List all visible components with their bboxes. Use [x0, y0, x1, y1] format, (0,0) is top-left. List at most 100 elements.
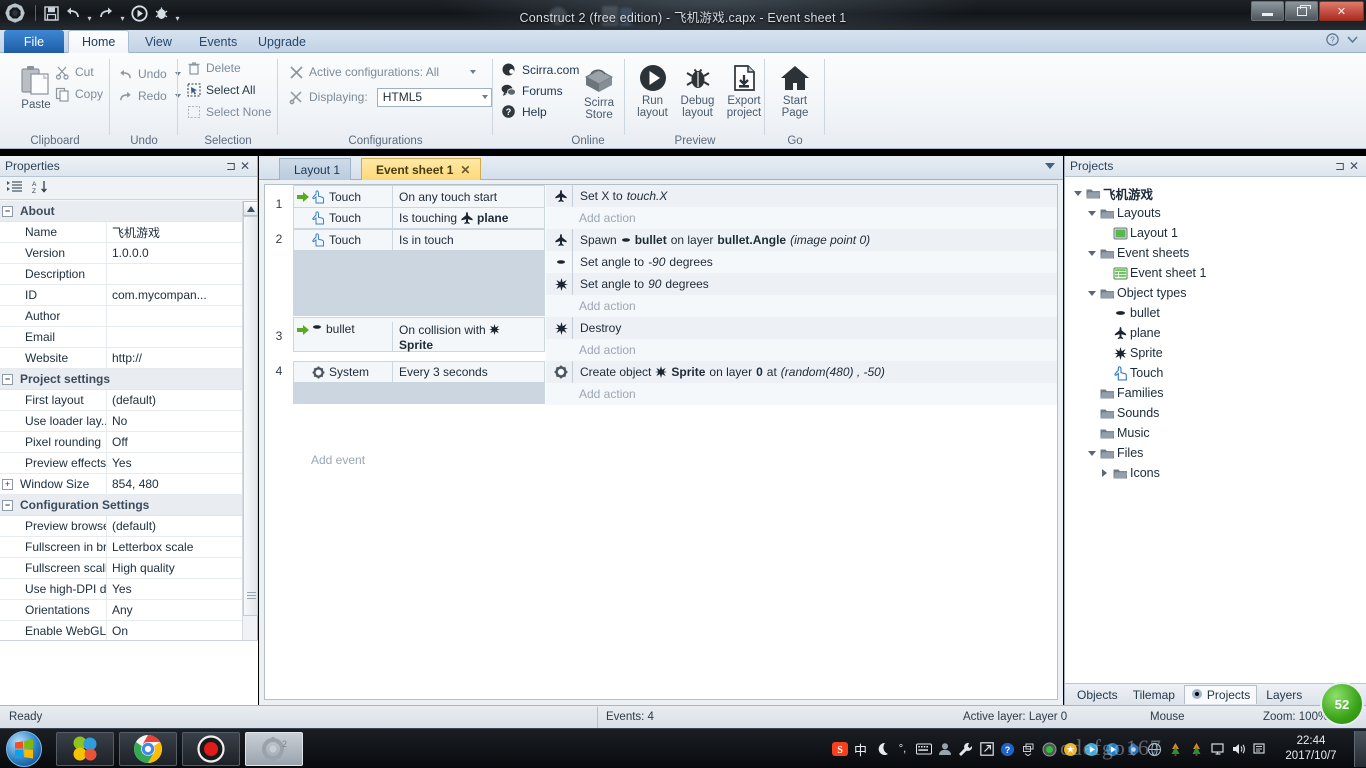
tree-node-layout-1[interactable]: Layout 1 — [1065, 223, 1366, 243]
property-row-use-loader-layout[interactable]: Use loader lay... No — [0, 411, 243, 432]
select-all-button[interactable]: Select All — [184, 79, 274, 101]
pin-icon[interactable]: ⊐ — [224, 159, 238, 173]
add-action-row[interactable]: Add action — [546, 207, 1057, 229]
tab-events[interactable]: Events — [186, 30, 250, 53]
show-hidden-icons-icon[interactable] — [1018, 729, 1039, 768]
scirra-com-link[interactable]: Scirra.com — [501, 59, 579, 80]
cut-button[interactable]: Cut — [52, 61, 106, 83]
forums-link[interactable]: Forums — [501, 80, 579, 101]
event-row-2[interactable]: 2 Touch Is in touch Spawn bullet on laye… — [265, 229, 1057, 317]
yellow-shield-icon[interactable] — [1060, 729, 1081, 768]
add-event-label[interactable]: Add event — [311, 453, 365, 467]
property-row-window-size[interactable]: + Window Size 854, 480 — [0, 474, 243, 495]
properties-scrollbar[interactable] — [242, 201, 258, 705]
keyboard-icon[interactable] — [913, 729, 934, 768]
scrollbar-thumb[interactable] — [243, 216, 258, 616]
undo-button[interactable]: Undo — [115, 63, 184, 85]
taskbar-item-colorful-app[interactable] — [56, 732, 114, 766]
wrench-icon[interactable] — [955, 729, 976, 768]
expander-icon[interactable] — [1085, 290, 1098, 296]
tree-node-project-root[interactable]: 飞机游戏 — [1065, 183, 1366, 203]
property-value[interactable] — [107, 306, 243, 326]
property-row-first-layout[interactable]: First layout (default) — [0, 390, 243, 411]
green-tree-icon[interactable] — [1165, 729, 1186, 768]
condition-row[interactable]: System Every 3 seconds — [293, 361, 545, 383]
properties-group-about[interactable]: − About — [0, 201, 243, 222]
tree-node-object-types[interactable]: Object types — [1065, 283, 1366, 303]
tab-view[interactable]: View — [132, 30, 185, 53]
help-question-icon[interactable]: ? — [1326, 33, 1339, 49]
add-action-row[interactable]: Add action — [546, 383, 1057, 405]
property-value[interactable]: com.mycompan... — [107, 285, 243, 305]
property-row-website[interactable]: Website http:// — [0, 348, 243, 369]
tree-node-sprite[interactable]: Sprite — [1065, 343, 1366, 363]
condition-row[interactable]: Touch Is in touch — [293, 229, 545, 251]
sort-alphabetical-icon[interactable]: A Z — [32, 180, 48, 197]
collapse-icon[interactable]: − — [2, 499, 13, 511]
property-row-orientations[interactable]: Orientations Any — [0, 600, 243, 621]
user-account-icon[interactable] — [934, 729, 955, 768]
condition-row[interactable]: Touch Is touching plane — [293, 207, 545, 229]
tree-node-touch[interactable]: Touch — [1065, 363, 1366, 383]
volume-icon[interactable] — [1228, 729, 1249, 768]
panel-tab-layers[interactable]: Layers — [1260, 685, 1308, 704]
property-value[interactable]: No — [107, 411, 243, 431]
property-row-enable-webgl[interactable]: Enable WebGL On — [0, 621, 243, 642]
scroll-up-icon[interactable] — [243, 201, 258, 216]
property-value[interactable] — [107, 327, 243, 347]
scirra-store-button[interactable]: Scirra Store — [571, 57, 627, 121]
property-value[interactable]: (default) — [107, 516, 243, 536]
collapse-icon[interactable]: − — [2, 373, 13, 385]
tree-node-layouts[interactable]: Layouts — [1065, 203, 1366, 223]
minimize-button[interactable] — [1251, 1, 1284, 21]
tab-upgrade[interactable]: Upgrade — [245, 30, 319, 53]
property-row-author[interactable]: Author — [0, 306, 243, 327]
categorized-view-icon[interactable] — [7, 180, 23, 197]
tree-node-families[interactable]: Families — [1065, 383, 1366, 403]
property-value[interactable]: (default) — [107, 390, 243, 410]
tree-node-files[interactable]: Files — [1065, 443, 1366, 463]
displaying-caret-icon[interactable] — [481, 95, 488, 99]
event-row-4[interactable]: 4 System Every 3 seconds Create object S… — [265, 361, 1057, 405]
property-row-id[interactable]: ID com.mycompan... — [0, 285, 243, 306]
property-row-preview-browser[interactable]: Preview browser (default) — [0, 516, 243, 537]
projects-close-icon[interactable]: ✕ — [1347, 159, 1361, 173]
property-value[interactable]: Any — [107, 600, 243, 620]
panel-tab-projects[interactable]: Projects — [1183, 685, 1258, 704]
event-row-1[interactable]: 1 Touch On any touch start Touch Is touc… — [265, 185, 1057, 229]
displaying-combo[interactable]: HTML5 — [376, 87, 492, 107]
property-row-pixel-rounding[interactable]: Pixel rounding Off — [0, 432, 243, 453]
start-button[interactable] — [6, 731, 42, 767]
property-row-version[interactable]: Version 1.0.0.0 — [0, 243, 243, 264]
property-value[interactable]: Yes — [107, 453, 243, 473]
show-desktop-button[interactable] — [1354, 731, 1366, 767]
copy-button[interactable]: Copy — [52, 83, 106, 105]
project-tree[interactable]: 飞机游戏 Layouts Layout 1 Event sheets Event… — [1065, 178, 1366, 678]
taskbar-item-chrome[interactable] — [119, 732, 177, 766]
tab-close-icon[interactable]: ✕ — [460, 163, 470, 177]
media-play-icon[interactable] — [1081, 729, 1102, 768]
event-row-3[interactable]: 3 bullet On collision with Sprite Destro… — [265, 317, 1057, 361]
taskbar-item-recorder[interactable] — [182, 732, 240, 766]
action-row[interactable]: Set angle to -90 degrees — [546, 251, 1057, 273]
property-value[interactable]: 飞机游戏 — [107, 222, 243, 242]
action-row[interactable]: Set X to touch.X — [546, 185, 1057, 207]
property-value[interactable]: Yes — [107, 579, 243, 599]
expander-icon[interactable] — [1071, 190, 1084, 196]
action-row[interactable]: Destroy — [546, 317, 1057, 339]
event-sheet-canvas[interactable]: 1 Touch On any touch start Touch Is touc… — [264, 184, 1058, 700]
tab-home[interactable]: Home — [68, 30, 130, 53]
network-globe-icon[interactable] — [1144, 729, 1165, 768]
property-row-fullscreen-in-browser[interactable]: Fullscreen in br... Letterbox scale — [0, 537, 243, 558]
expander-icon[interactable] — [1085, 250, 1098, 256]
export-project-button[interactable]: Export project — [720, 57, 768, 119]
tab-overflow-caret-icon[interactable] — [1045, 163, 1055, 169]
version-badge[interactable]: 52 — [1320, 682, 1364, 726]
tab-event-sheet-1[interactable]: Event sheet 1 ✕ — [361, 158, 482, 180]
property-row-name[interactable]: Name 飞机游戏 — [0, 222, 243, 243]
expander-icon[interactable] — [1085, 210, 1098, 216]
property-value[interactable]: High quality — [107, 558, 243, 578]
tree-node-plane[interactable]: plane — [1065, 323, 1366, 343]
active-configurations-caret-icon[interactable] — [470, 70, 477, 74]
pin-icon[interactable]: ⊐ — [1333, 159, 1347, 173]
